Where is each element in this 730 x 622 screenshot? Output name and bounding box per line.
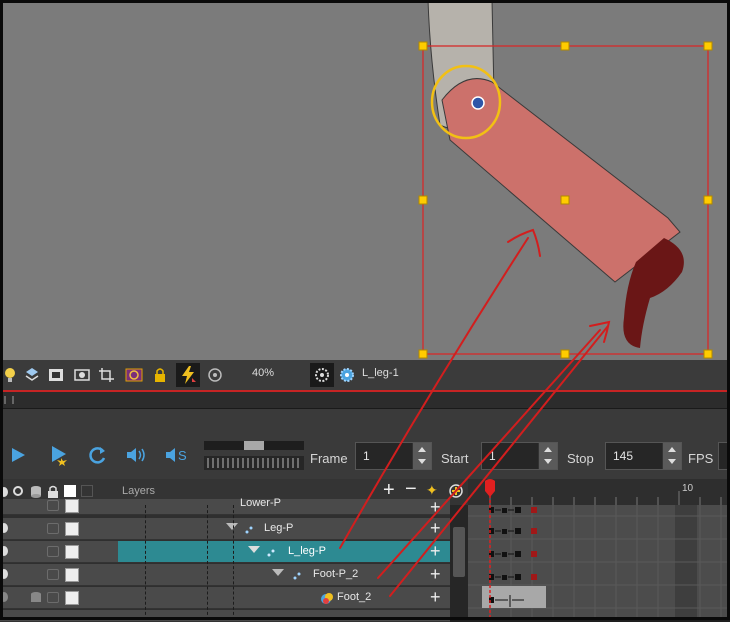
- annotation-arrows: [339, 228, 611, 597]
- annotation-arrow-leg: [339, 237, 529, 549]
- annotation-arrow-foot: [377, 329, 601, 579]
- annotation-arrow-foot-lower: [389, 325, 609, 597]
